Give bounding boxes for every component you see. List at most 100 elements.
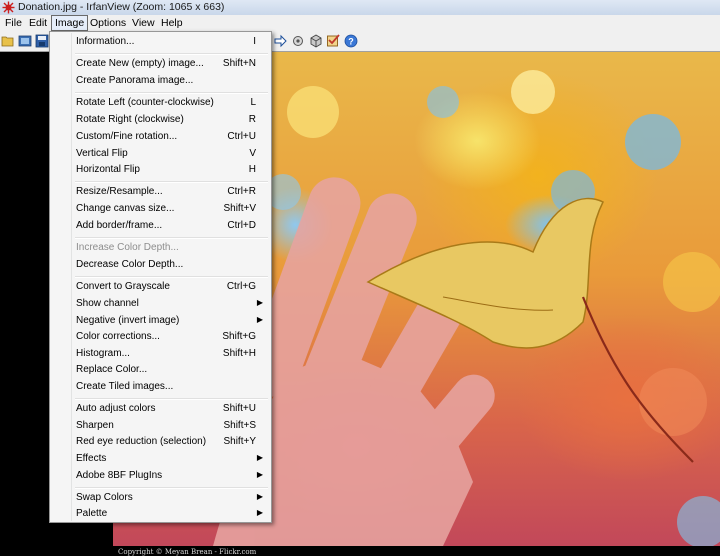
menu-item-label: Add border/frame... bbox=[76, 220, 163, 231]
submenu-arrow-icon: ▶ bbox=[256, 453, 263, 462]
menu-item-shortcut: Shift+Y bbox=[223, 436, 256, 447]
menu-item-rotate-right[interactable]: Rotate Right (clockwise) R bbox=[52, 112, 269, 129]
menu-item-label: Custom/Fine rotation... bbox=[76, 131, 178, 142]
submenu-arrow-icon: ▶ bbox=[256, 508, 263, 517]
submenu-arrow-icon: ▶ bbox=[256, 470, 263, 479]
menu-item-label: Increase Color Depth... bbox=[76, 242, 179, 253]
menu-item-red-eye-reduction[interactable]: Red eye reduction (selection) Shift+Y bbox=[52, 434, 269, 451]
menu-item-label: Horizontal Flip bbox=[76, 164, 140, 175]
menu-item-label: Resize/Resample... bbox=[76, 186, 163, 197]
menu-edit[interactable]: Edit bbox=[26, 16, 50, 30]
menu-item-label: Swap Colors bbox=[76, 492, 133, 503]
menu-item-rotate-left[interactable]: Rotate Left (counter-clockwise) L bbox=[52, 95, 269, 112]
menu-item-label: Histogram... bbox=[76, 348, 130, 359]
menu-item-decrease-color-depth[interactable]: Decrease Color Depth... bbox=[52, 257, 269, 274]
menu-item-shortcut: Ctrl+D bbox=[227, 220, 256, 231]
menu-separator bbox=[75, 181, 268, 183]
menu-item-label: Negative (invert image) bbox=[76, 315, 180, 326]
menu-item-label: Adobe 8BF PlugIns bbox=[76, 470, 163, 481]
menu-item-label: Create New (empty) image... bbox=[76, 58, 204, 69]
menu-item-shortcut: I bbox=[253, 36, 256, 47]
menu-item-show-channel[interactable]: Show channel ▶ bbox=[52, 296, 269, 313]
menu-item-shortcut: Ctrl+G bbox=[226, 281, 256, 292]
menu-help[interactable]: Help bbox=[158, 16, 186, 30]
photo-copyright-caption: Copyright © Meyan Brean - Flickr.com bbox=[118, 548, 257, 556]
menu-item-vertical-flip[interactable]: Vertical Flip V bbox=[52, 146, 269, 163]
menu-image[interactable]: Image bbox=[51, 15, 89, 31]
submenu-arrow-icon: ▶ bbox=[256, 298, 263, 307]
menu-item-increase-color-depth: Increase Color Depth... bbox=[52, 240, 269, 257]
menu-item-replace-color[interactable]: Replace Color... bbox=[52, 362, 269, 379]
menu-item-label: Show channel bbox=[76, 298, 139, 309]
menu-item-label: Decrease Color Depth... bbox=[76, 259, 184, 270]
menu-item-create-new-image[interactable]: Create New (empty) image... Shift+N bbox=[52, 56, 269, 73]
menu-item-create-panorama[interactable]: Create Panorama image... bbox=[52, 73, 269, 90]
save-icon[interactable] bbox=[35, 34, 49, 48]
menu-item-shortcut: V bbox=[249, 148, 256, 159]
menu-item-shortcut: H bbox=[248, 164, 256, 175]
menu-item-histogram[interactable]: Histogram... Shift+H bbox=[52, 346, 269, 363]
menu-separator bbox=[75, 398, 268, 400]
menu-item-label: Create Panorama image... bbox=[76, 75, 194, 86]
menu-item-label: Palette bbox=[76, 508, 108, 519]
menu-item-label: Convert to Grayscale bbox=[76, 281, 170, 292]
menu-item-label: Red eye reduction (selection) bbox=[76, 436, 207, 447]
menu-item-create-tiled-images[interactable]: Create Tiled images... bbox=[52, 379, 269, 396]
menu-item-shortcut: L bbox=[250, 97, 256, 108]
menu-item-information[interactable]: Information... I bbox=[52, 34, 269, 51]
menu-item-shortcut: Shift+G bbox=[222, 331, 256, 342]
menu-item-label: Rotate Left (counter-clockwise) bbox=[76, 97, 214, 108]
menu-options[interactable]: Options bbox=[87, 16, 129, 30]
menu-bar: File Edit Image Options View Help bbox=[0, 15, 720, 31]
menu-item-resize-resample[interactable]: Resize/Resample... Ctrl+R bbox=[52, 184, 269, 201]
menu-item-8bf-plugins[interactable]: Adobe 8BF PlugIns ▶ bbox=[52, 468, 269, 485]
open-folder-icon[interactable] bbox=[1, 34, 15, 48]
thumbnails-icon[interactable] bbox=[18, 34, 32, 48]
menu-item-label: Rotate Right (clockwise) bbox=[76, 114, 184, 125]
menu-separator bbox=[75, 53, 268, 55]
menu-item-horizontal-flip[interactable]: Horizontal Flip H bbox=[52, 162, 269, 179]
menu-item-label: Information... bbox=[76, 36, 135, 47]
menu-item-label: Replace Color... bbox=[76, 364, 148, 375]
checkbox-icon[interactable] bbox=[326, 34, 340, 48]
menu-item-effects[interactable]: Effects ▶ bbox=[52, 451, 269, 468]
menu-item-add-border[interactable]: Add border/frame... Ctrl+D bbox=[52, 218, 269, 235]
menu-item-shortcut: Shift+S bbox=[223, 420, 256, 431]
menu-item-label: Sharpen bbox=[76, 420, 114, 431]
menu-separator bbox=[75, 92, 268, 94]
menu-separator bbox=[75, 276, 268, 278]
menu-item-palette[interactable]: Palette ▶ bbox=[52, 506, 269, 523]
menu-item-shortcut: Shift+V bbox=[223, 203, 256, 214]
menu-separator bbox=[75, 487, 268, 489]
menu-item-convert-grayscale[interactable]: Convert to Grayscale Ctrl+G bbox=[52, 279, 269, 296]
menu-file[interactable]: File bbox=[2, 16, 25, 30]
title-bar: Donation.jpg - IrfanView (Zoom: 1065 x 6… bbox=[0, 0, 720, 15]
menu-item-shortcut: Shift+H bbox=[222, 348, 256, 359]
menu-item-shortcut: Shift+N bbox=[222, 58, 256, 69]
menu-item-custom-rotation[interactable]: Custom/Fine rotation... Ctrl+U bbox=[52, 129, 269, 146]
svg-text:?: ? bbox=[348, 37, 354, 47]
menu-item-color-corrections[interactable]: Color corrections... Shift+G bbox=[52, 329, 269, 346]
menu-item-shortcut: Ctrl+R bbox=[227, 186, 256, 197]
menu-item-auto-adjust-colors[interactable]: Auto adjust colors Shift+U bbox=[52, 401, 269, 418]
menu-item-change-canvas-size[interactable]: Change canvas size... Shift+V bbox=[52, 201, 269, 218]
next-arrow-icon[interactable] bbox=[273, 34, 287, 48]
menu-item-label: Auto adjust colors bbox=[76, 403, 156, 414]
menu-item-label: Change canvas size... bbox=[76, 203, 175, 214]
settings-icon[interactable] bbox=[291, 34, 305, 48]
menu-item-swap-colors[interactable]: Swap Colors ▶ bbox=[52, 490, 269, 507]
irfanview-app-icon[interactable] bbox=[2, 1, 15, 14]
image-menu-dropdown: Information... I Create New (empty) imag… bbox=[49, 31, 272, 523]
cube-icon[interactable] bbox=[309, 34, 323, 48]
submenu-arrow-icon: ▶ bbox=[256, 492, 263, 501]
menu-item-label: Vertical Flip bbox=[76, 148, 128, 159]
menu-item-sharpen[interactable]: Sharpen Shift+S bbox=[52, 418, 269, 435]
help-icon[interactable]: ? bbox=[344, 34, 358, 48]
menu-item-label: Color corrections... bbox=[76, 331, 160, 342]
menu-view[interactable]: View bbox=[129, 16, 158, 30]
menu-item-label: Effects bbox=[76, 453, 107, 464]
menu-item-label: Create Tiled images... bbox=[76, 381, 174, 392]
menu-item-negative[interactable]: Negative (invert image) ▶ bbox=[52, 313, 269, 330]
window-title: Donation.jpg - IrfanView (Zoom: 1065 x 6… bbox=[18, 1, 225, 13]
menu-separator bbox=[75, 237, 268, 239]
